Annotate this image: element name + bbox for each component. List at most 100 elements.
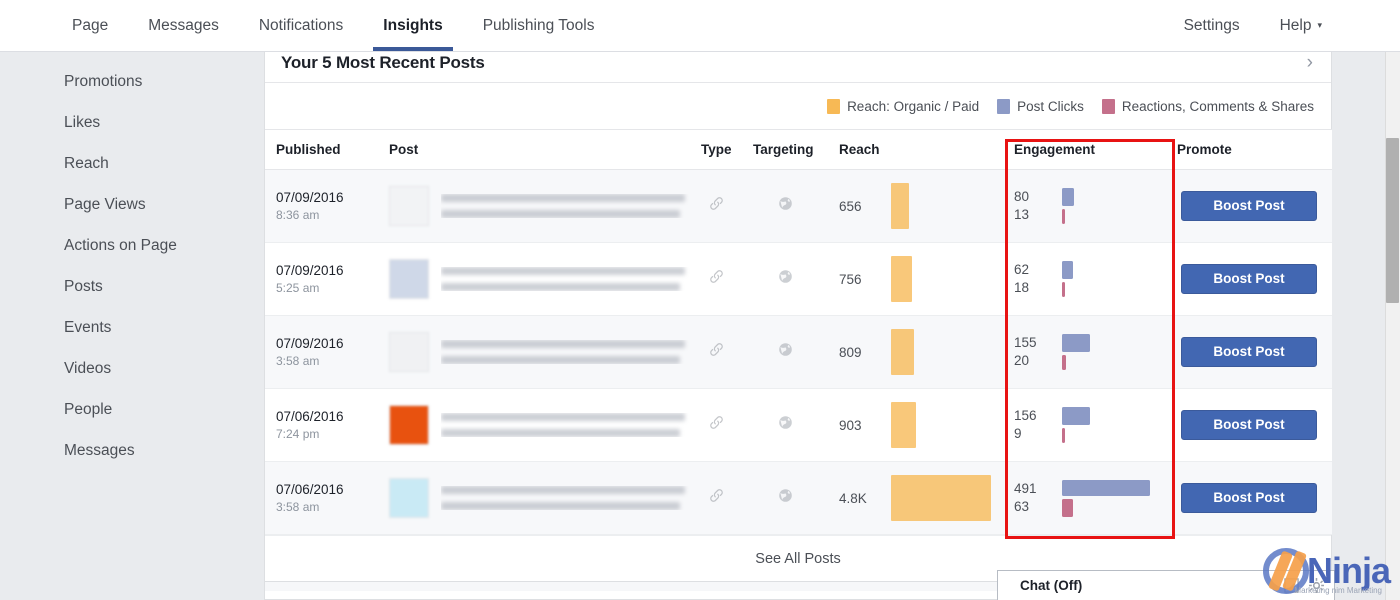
boost-post-button[interactable]: Boost Post (1181, 264, 1317, 294)
cell-post[interactable] (378, 388, 690, 462)
gear-icon[interactable] (1309, 578, 1324, 593)
column-header-reach[interactable]: Reach (828, 129, 1003, 170)
cell-published: 07/09/2016 8:36 am (265, 169, 378, 243)
cell-post[interactable] (378, 315, 690, 389)
table-row[interactable]: 07/09/2016 5:25 am 756 62 18 Boost Post (265, 242, 1332, 316)
column-header-targeting[interactable]: Targeting (742, 129, 828, 170)
post-date: 07/09/2016 (276, 335, 344, 351)
cell-promote: Boost Post (1166, 315, 1332, 389)
post-clicks-value: 156 (1014, 408, 1037, 423)
table-row[interactable]: 07/09/2016 8:36 am 656 80 13 Boost Post (265, 169, 1332, 243)
cell-published: 07/09/2016 5:25 am (265, 242, 378, 316)
cell-post[interactable] (378, 242, 690, 316)
cell-reach: 4.8K (828, 461, 1003, 535)
reach-bar (891, 256, 912, 302)
reactions-bar (1062, 209, 1065, 224)
cell-post[interactable] (378, 461, 690, 535)
chevron-down-icon: ▾ (1317, 20, 1322, 31)
boost-post-button[interactable]: Boost Post (1181, 337, 1317, 367)
post-text-redacted (441, 267, 690, 291)
nav-help[interactable]: Help ▾ (1260, 0, 1342, 51)
sidebar-item-reach[interactable]: Reach (0, 143, 264, 184)
legend-swatch-reach (827, 98, 841, 114)
boost-post-button[interactable]: Boost Post (1181, 483, 1317, 513)
sidebar-item-messages[interactable]: Messages (0, 430, 264, 471)
secondary-nav-items: Settings Help ▾ (1164, 0, 1342, 51)
reactions-bar (1062, 282, 1065, 297)
column-header-type[interactable]: Type (690, 129, 742, 170)
reach-bar (891, 475, 991, 521)
nav-tab-notifications[interactable]: Notifications (239, 0, 363, 51)
legend-swatch-reactions (1101, 98, 1115, 114)
boost-post-button[interactable]: Boost Post (1181, 410, 1317, 440)
insights-sidebar: Promotions Likes Reach Page Views Action… (0, 52, 264, 600)
post-thumbnail[interactable] (389, 405, 429, 445)
reach-value: 756 (839, 271, 862, 287)
chat-widget[interactable]: Chat (Off) (997, 570, 1335, 600)
reach-bar (891, 402, 916, 448)
post-thumbnail[interactable] (389, 478, 429, 518)
boost-post-button[interactable]: Boost Post (1181, 191, 1317, 221)
post-clicks-bar (1062, 407, 1090, 425)
reactions-value: 13 (1014, 207, 1030, 222)
table-row[interactable]: 07/09/2016 3:58 am 809 155 20 Boost Post (265, 315, 1332, 389)
link-icon (709, 197, 723, 210)
sidebar-item-actions-on-page[interactable]: Actions on Page (0, 225, 264, 266)
column-header-published[interactable]: Published (265, 129, 378, 170)
table-row[interactable]: 07/06/2016 3:58 am 4.8K 491 63 Boost Post (265, 461, 1332, 535)
cell-engagement: 62 18 (1003, 242, 1166, 316)
cell-published: 07/06/2016 3:58 am (265, 461, 378, 535)
nav-help-label: Help (1279, 17, 1312, 34)
cell-engagement: 155 20 (1003, 315, 1166, 389)
post-thumbnail[interactable] (389, 186, 429, 226)
sidebar-item-posts[interactable]: Posts (0, 266, 264, 307)
post-clicks-value: 155 (1014, 335, 1037, 350)
legend-label-reach: Reach: Organic / Paid (847, 98, 980, 114)
nav-tab-messages[interactable]: Messages (128, 0, 239, 51)
legend-item-post-clicks: Post Clicks (997, 98, 1084, 114)
page-scrollbar-track[interactable] (1385, 52, 1400, 600)
primary-nav-items: Page Messages Notifications Insights Pub… (52, 0, 614, 51)
post-clicks-bar (1062, 188, 1074, 206)
legend-label-post-clicks: Post Clicks (1017, 98, 1084, 114)
cell-type (690, 461, 742, 535)
globe-icon (778, 197, 792, 210)
cell-post[interactable] (378, 169, 690, 243)
sidebar-item-page-views[interactable]: Page Views (0, 184, 264, 225)
chat-widget-icons (1284, 578, 1324, 593)
cell-targeting (742, 388, 828, 462)
post-clicks-value: 62 (1014, 262, 1030, 277)
sidebar-item-promotions[interactable]: Promotions (0, 61, 264, 102)
cell-promote: Boost Post (1166, 388, 1332, 462)
column-header-post[interactable]: Post (378, 129, 690, 170)
post-text-redacted (441, 340, 690, 364)
post-text-redacted (441, 486, 690, 510)
post-clicks-bar (1062, 334, 1090, 352)
nav-tab-publishing-tools[interactable]: Publishing Tools (463, 0, 615, 51)
post-time: 3:58 am (276, 499, 320, 514)
column-header-engagement[interactable]: Engagement (1003, 129, 1166, 170)
sidebar-item-events[interactable]: Events (0, 307, 264, 348)
nav-tab-insights[interactable]: Insights (363, 0, 462, 51)
nav-settings[interactable]: Settings (1164, 0, 1260, 51)
cell-type (690, 169, 742, 243)
column-header-promote[interactable]: Promote (1166, 129, 1332, 170)
nav-tab-page[interactable]: Page (52, 0, 128, 51)
post-time: 7:24 pm (276, 426, 320, 441)
legend-item-reach: Reach: Organic / Paid (827, 98, 980, 114)
compose-icon[interactable] (1284, 578, 1299, 593)
post-thumbnail[interactable] (389, 259, 429, 299)
sidebar-item-people[interactable]: People (0, 389, 264, 430)
sidebar-item-likes[interactable]: Likes (0, 102, 264, 143)
link-icon (709, 489, 723, 502)
post-thumbnail[interactable] (389, 332, 429, 372)
table-row[interactable]: 07/06/2016 7:24 pm 903 156 9 Boost Post (265, 388, 1332, 462)
cell-type (690, 242, 742, 316)
chevron-right-icon[interactable]: › (1307, 52, 1313, 74)
legend-item-reactions: Reactions, Comments & Shares (1101, 98, 1314, 114)
reach-value: 809 (839, 344, 862, 360)
post-clicks-value: 491 (1014, 481, 1037, 496)
page-scrollbar-thumb[interactable] (1386, 138, 1399, 303)
post-clicks-bar (1062, 261, 1073, 279)
sidebar-item-videos[interactable]: Videos (0, 348, 264, 389)
